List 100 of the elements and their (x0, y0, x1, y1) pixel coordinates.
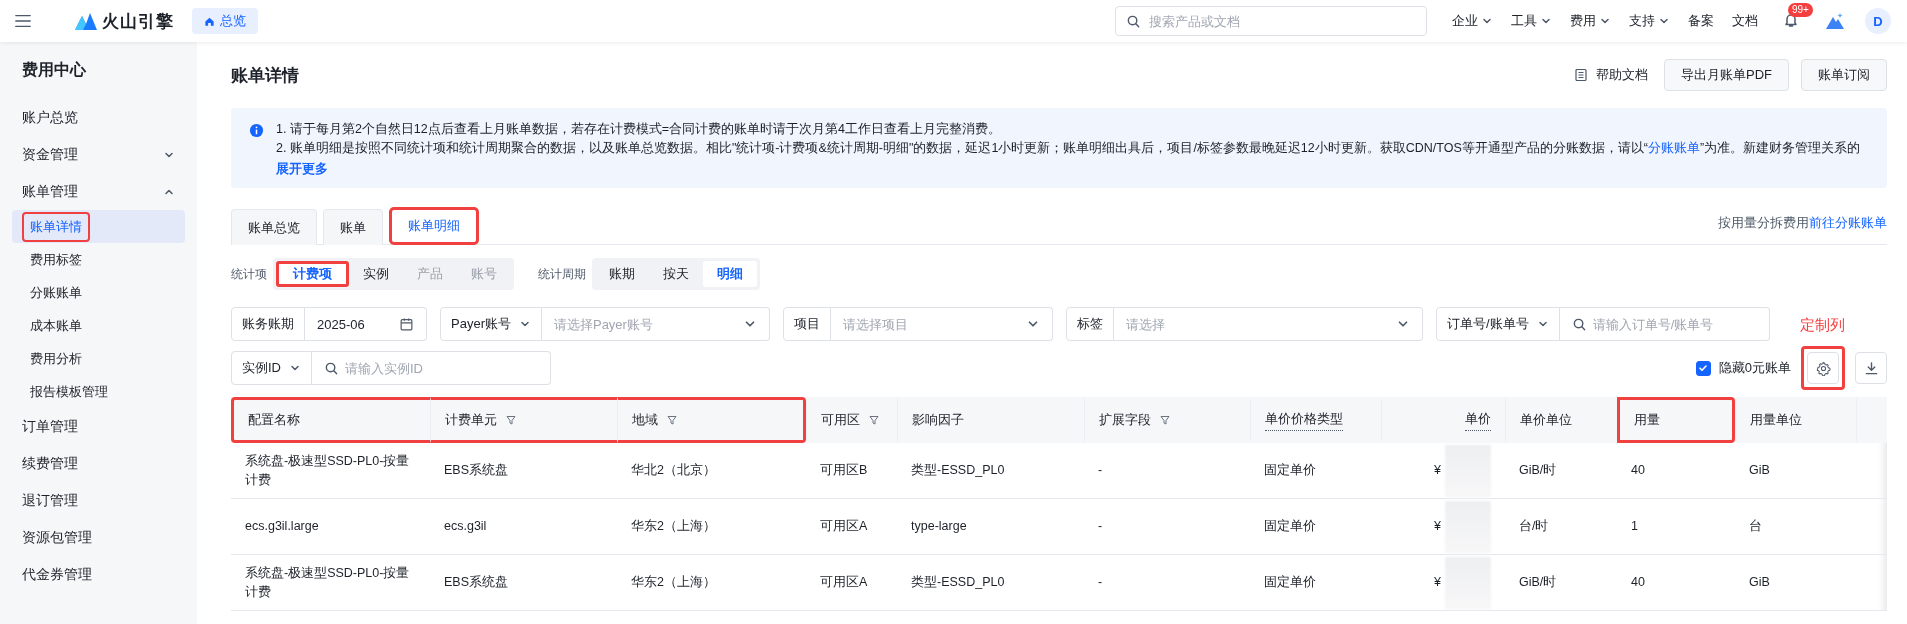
table-cell: ecs.g3il.large (245, 519, 319, 533)
settings-icon (1815, 360, 1831, 376)
download-button[interactable] (1855, 352, 1887, 384)
column-header: 配置名称 (248, 411, 300, 429)
filter-type-dropdown[interactable]: 实例ID (231, 351, 312, 385)
column-header: 单价价格类型 (1265, 409, 1343, 431)
search-input[interactable]: 搜索产品或文档 (1149, 13, 1416, 29)
table-cell: 可用区B (820, 463, 868, 477)
expand-more-link[interactable]: 展开更多 (276, 161, 328, 178)
select-input[interactable]: 请选择 (1126, 316, 1390, 332)
table-cell: EBS系统盘 (444, 463, 508, 477)
select-input[interactable]: 请选择项目 (843, 316, 1020, 332)
sidebar-item[interactable]: 账单详情 (12, 210, 185, 243)
go-split-bill-link[interactable]: 前往分账账单 (1809, 216, 1887, 230)
nav-menu-item[interactable]: 备案 (1688, 12, 1714, 30)
table-cell: ecs.g3il (444, 519, 487, 533)
filter-type-dropdown[interactable]: 订单号/账单号 (1436, 307, 1560, 341)
notice-text: 1. 请于每月第2个自然日12点后查看上月账单数据，若存在计费模式=合同计费的账单时请于次月第4工作日查看上月完整消费。 (276, 121, 1002, 138)
header-button[interactable]: 账单订阅 (1801, 59, 1887, 91)
page-title: 账单详情 (231, 64, 299, 87)
sidebar-item[interactable]: 费用分析 (12, 342, 185, 375)
search-icon (1126, 13, 1141, 29)
sidebar-item[interactable]: 成本账单 (12, 309, 185, 342)
table-cell: type-large (911, 519, 967, 533)
search-field[interactable]: 搜索产品或文档 (1115, 6, 1427, 36)
table-cell: GiB/时 (1519, 463, 1557, 477)
column-header: 单价单位 (1520, 411, 1572, 429)
sidebar-item[interactable]: 资源包管理 (0, 519, 197, 556)
checkbox[interactable] (1695, 360, 1711, 376)
sidebar-item[interactable]: 账户总览 (0, 99, 197, 136)
sidebar-item[interactable]: 退订管理 (0, 482, 197, 519)
column-header: 用量单位 (1750, 411, 1802, 429)
checkbox-label: 隐藏0元账单 (1718, 359, 1791, 377)
calendar-icon (399, 316, 414, 332)
search-input[interactable]: 请输入订单号/账单号 (1592, 316, 1757, 332)
nav-menu-item[interactable]: 企业 (1452, 12, 1493, 30)
search-field[interactable]: 请输入实例ID (312, 351, 551, 385)
column-header: 单价 (1465, 409, 1491, 431)
date-input[interactable]: 2025-06 (317, 316, 393, 332)
table-cell: 固定单价 (1264, 463, 1316, 477)
table-cell: 类型-ESSD_PL0 (911, 463, 1005, 477)
segment-option[interactable]: 计费项 (276, 261, 349, 287)
segment-option[interactable]: 按天 (649, 261, 703, 287)
currency-symbol: ¥ (1434, 518, 1441, 535)
table-cell: - (1098, 463, 1103, 477)
tab[interactable]: 账单 (323, 209, 383, 245)
nav-menu-item[interactable]: 工具 (1511, 12, 1552, 30)
search-field[interactable]: 请输入订单号/账单号 (1559, 307, 1770, 341)
select-input[interactable]: 请选择Payer账号 (553, 316, 737, 332)
segment-option[interactable]: 明细 (703, 261, 757, 287)
table-cell: 系统盘-极速型SSD-PL0-按量计费 (245, 565, 410, 599)
hide-zero-checkbox[interactable]: 隐藏0元账单 (1695, 359, 1791, 377)
column-header: 影响因子 (912, 411, 964, 429)
sidebar-item[interactable]: 费用标签 (12, 243, 185, 276)
select-field[interactable]: 请选择Payer账号 (541, 307, 770, 341)
date-field[interactable]: 2025-06 (305, 307, 427, 341)
segment-option[interactable]: 账期 (595, 261, 649, 287)
nav-menu-item[interactable]: 费用 (1570, 12, 1611, 30)
table-cell: 可用区A (820, 575, 868, 589)
filter-icon (868, 414, 880, 426)
nav-menu-item[interactable]: 支持 (1629, 12, 1670, 30)
help-docs-link[interactable]: 帮助文档 (1574, 66, 1648, 84)
table-cell: 固定单价 (1264, 575, 1316, 589)
sidebar-item[interactable]: 分账账单 (12, 276, 185, 309)
select-field[interactable]: 请选择 (1114, 307, 1423, 341)
select-field[interactable]: 请选择项目 (831, 307, 1053, 341)
column-header: 地域 (632, 411, 658, 429)
sidebar-item[interactable]: 报告模板管理 (12, 375, 185, 408)
tab[interactable]: 账单总览 (231, 209, 317, 245)
user-avatar[interactable]: D (1865, 8, 1891, 34)
header-button[interactable]: 导出月账单PDF (1664, 59, 1789, 91)
filter-label: 项目 (783, 307, 831, 341)
sidebar-item[interactable]: 订单管理 (0, 408, 197, 445)
sidebar-item[interactable]: 资金管理 (0, 136, 197, 173)
sidebar-title: 费用中心 (21, 60, 87, 80)
sidebar-item[interactable]: 代金券管理 (0, 556, 197, 593)
table-cell: 40 (1631, 463, 1645, 477)
nav-menu-item[interactable]: 文档 (1732, 12, 1758, 30)
filter-label: 标签 (1066, 307, 1114, 341)
notice-text: ”为准。新建财务管理关系的 (1699, 141, 1861, 155)
sidebar-item[interactable]: 续费管理 (0, 445, 197, 482)
home-tab[interactable]: 总览 (192, 8, 258, 34)
notice-text: 2. 账单明细是按照不同统计项和统计周期聚合的数据，以及账单总览数据。相比"统计项-计费项&统计周期-明细"的数据，延迟1小时更新；账单明细出具后，项目/标签参数最晚延迟12小时更新。获取CDN/TOS等开通型产品的分账数据，请以“ (276, 141, 1648, 155)
table-cell: EBS系统盘 (444, 575, 508, 589)
segment-label: 统计周期 (538, 265, 586, 283)
split-bill-link[interactable]: 分账账单 (1647, 141, 1700, 155)
table-cell: 华北2（北京） (631, 463, 716, 477)
segment-option[interactable]: 实例 (349, 261, 403, 287)
table-cell: GiB (1749, 463, 1770, 477)
filter-icon (1159, 414, 1171, 426)
tab[interactable]: 账单明细 (389, 207, 479, 245)
filter-type-dropdown[interactable]: Payer账号 (440, 307, 542, 341)
column-header: 计费单元 (445, 411, 497, 429)
table-cell: 可用区A (820, 519, 868, 533)
info-icon (249, 123, 264, 138)
home-icon (204, 15, 215, 27)
sidebar-item[interactable]: 账单管理 (0, 173, 197, 210)
search-input[interactable]: 请输入实例ID (345, 360, 538, 376)
settings-button[interactable] (1807, 352, 1839, 384)
table-cell: 华东2（上海） (631, 519, 716, 533)
